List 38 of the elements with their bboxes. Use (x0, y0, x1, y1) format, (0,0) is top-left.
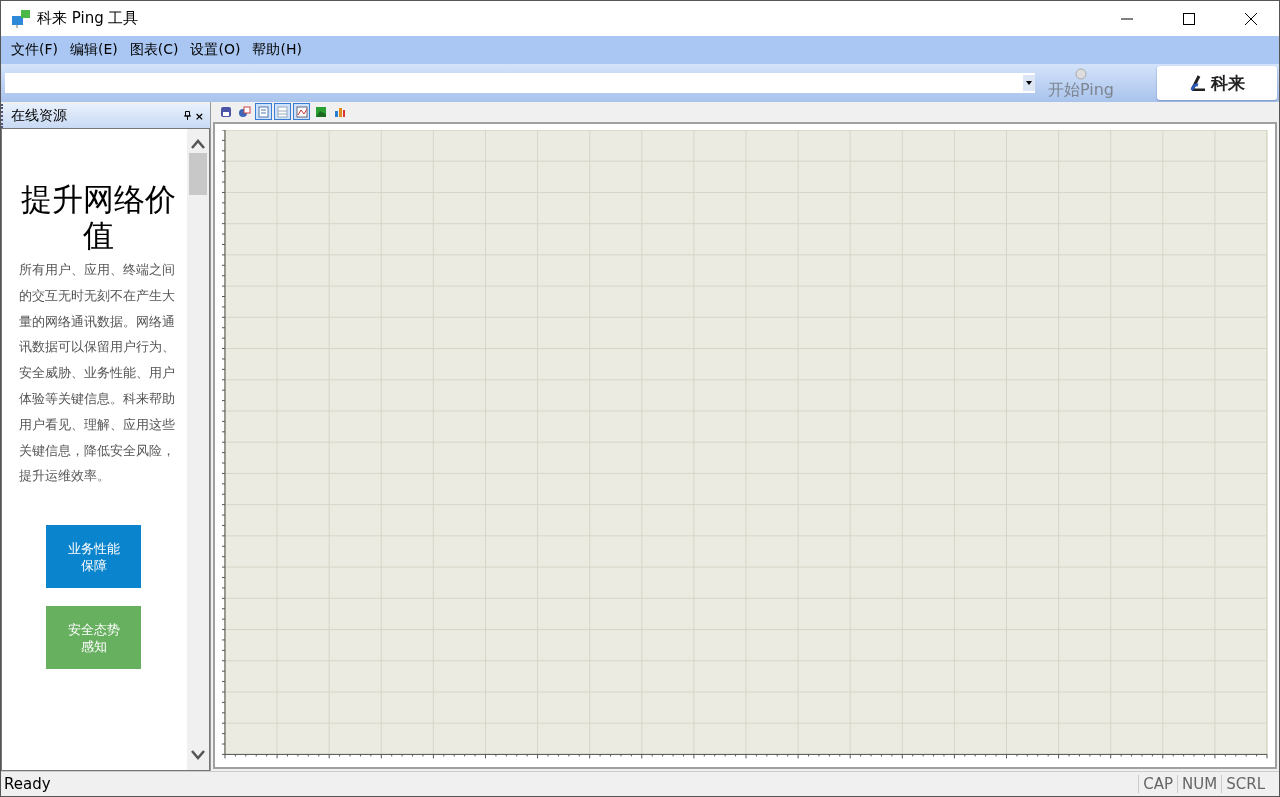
dropdown-caret-icon (1026, 81, 1032, 85)
maximize-icon (1183, 12, 1195, 25)
scrollbar-thumb[interactable] (189, 153, 207, 195)
scroll-up-icon (191, 139, 205, 149)
pin-icon (183, 110, 191, 120)
menu-item[interactable]: 图表(C) (123, 41, 185, 59)
pin-button[interactable] (181, 109, 193, 123)
menu-item[interactable]: 帮助(H) (246, 41, 308, 59)
vertical-scrollbar[interactable] (187, 129, 209, 770)
link-tile[interactable]: 业务性能保障 (46, 525, 141, 589)
list-icon (277, 105, 288, 118)
window-title: 科来 Ping 工具 (37, 9, 140, 28)
key-indicator: CAP (1138, 775, 1178, 793)
address-combo-field[interactable] (5, 73, 1035, 93)
logo-mark-icon (1189, 75, 1208, 91)
menu-item[interactable]: 文件(F) (5, 41, 64, 59)
panel-title: 在线资源 (11, 107, 68, 125)
bar-chart-icon (333, 105, 346, 118)
menu-item[interactable]: 设置(O) (184, 41, 247, 59)
scroll-down-icon (191, 750, 205, 760)
copy-icon (238, 105, 251, 118)
area-chart-icon (314, 105, 327, 118)
toolbar-button[interactable] (293, 103, 310, 121)
status-text: Ready (3, 775, 52, 793)
network-computers-icon (11, 8, 31, 29)
logo-text: 科来 (1210, 71, 1245, 95)
menu-item[interactable]: 编辑(E) (64, 41, 124, 59)
panel-paragraph: 所有用户、应用、终端之间的交互无时无刻不在产生大量的网络通讯数据。网络通讯数据可以保留用户行为、安全威胁、业务性能、用户体验等关键信息。科来帮助用户看见、理解、应用这些关键信息，降低安全风险，提升运维效率。 (18, 261, 176, 486)
close-icon (1245, 12, 1257, 25)
page-icon (258, 105, 269, 118)
toolbar-button[interactable] (274, 103, 291, 121)
key-indicator: NUM (1177, 775, 1222, 793)
close-panel-button[interactable]: × (192, 109, 206, 123)
line-chart-icon (295, 105, 308, 118)
circle-icon (1075, 68, 1087, 80)
panel-heading: 提升网络价值 (20, 181, 177, 253)
key-indicator: SCRL (1221, 775, 1269, 793)
toolbar-button[interactable] (255, 103, 272, 121)
